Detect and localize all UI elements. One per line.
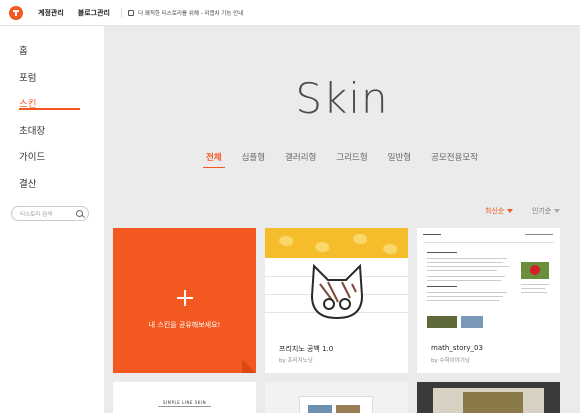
search-input[interactable]: 티스토리 검색 xyxy=(11,206,89,221)
share-skin-card[interactable]: 내 스킨을 공유해보세요! xyxy=(113,228,256,373)
sort-latest-label: 최신순 xyxy=(485,207,505,215)
caret-down-icon xyxy=(507,209,514,213)
tab-grid[interactable]: 그리드형 xyxy=(336,151,367,163)
mini-text xyxy=(427,300,499,301)
mini-rule xyxy=(423,242,554,243)
sidebar-item-invitation[interactable]: 초대장 xyxy=(19,123,45,137)
sidebar-item-home[interactable]: 홈 xyxy=(19,43,28,57)
skin-card[interactable]: SIMPLE LINE SKIN xyxy=(113,382,256,413)
skin-title[interactable]: math_story_03 xyxy=(431,344,483,352)
leaf-decoration xyxy=(383,244,397,254)
top-bar: 계정관리 블로그관리 더 쾌적한 티스토리를 위해 - 리캡차 기능 안내 xyxy=(0,0,580,26)
active-indicator xyxy=(19,108,80,110)
skin-title[interactable]: 프리지노 공백 1.0 xyxy=(279,344,333,354)
tistory-logo-icon[interactable] xyxy=(9,5,23,20)
cat-illustration-icon xyxy=(310,263,364,320)
corner-fold xyxy=(242,359,256,373)
category-tabs: 전체 심플형 갤러리형 그리드형 일반형 공모전용모작 xyxy=(104,151,580,168)
mini-text xyxy=(427,292,507,293)
tab-general[interactable]: 일반형 xyxy=(388,151,411,163)
mini-text xyxy=(427,296,503,297)
mini-text xyxy=(521,288,545,289)
plus-icon xyxy=(177,290,193,306)
tab-simple[interactable]: 심플형 xyxy=(242,151,265,163)
skin-author: by 프리지노닝 xyxy=(279,358,313,364)
tab-gallery[interactable]: 갤러리형 xyxy=(285,151,316,163)
mini-text xyxy=(427,262,503,263)
skin-thumbnail xyxy=(417,228,560,331)
mini-text xyxy=(521,284,549,285)
sort-popular-label: 인기순 xyxy=(532,207,552,215)
flower-image xyxy=(530,265,540,275)
tab-contest[interactable]: 공모전용모작 xyxy=(431,151,478,163)
sidebar-item-guide[interactable]: 가이드 xyxy=(19,149,45,163)
leaf-decoration xyxy=(353,234,367,244)
skin-thumbnail xyxy=(265,228,408,331)
mini-text xyxy=(427,286,457,287)
mini-photo xyxy=(427,316,457,328)
mini-text xyxy=(427,270,497,271)
leaf-decoration xyxy=(279,236,293,246)
leaf-decoration xyxy=(315,242,329,252)
skin-card[interactable] xyxy=(265,382,408,413)
sidebar: 홈 포럼 스킨 초대장 가이드 결산 티스토리 검색 xyxy=(0,26,104,413)
skin-card[interactable]: 프리지노 공백 1.0 by 프리지노닝 xyxy=(265,228,408,373)
search-placeholder: 티스토리 검색 xyxy=(20,212,53,218)
sidebar-item-summary[interactable]: 결산 xyxy=(19,176,36,190)
mini-photo xyxy=(521,262,549,279)
skin-thumbnail xyxy=(433,388,544,413)
skin-preview-label: SIMPLE LINE SKIN xyxy=(162,400,207,405)
mini-logo xyxy=(423,234,441,235)
account-management-link[interactable]: 계정관리 xyxy=(38,8,64,18)
blog-management-link[interactable]: 블로그관리 xyxy=(78,8,110,18)
skin-card[interactable]: math_story_03 by 수학이야기닝 xyxy=(417,228,560,373)
skin-card[interactable] xyxy=(417,382,560,413)
mini-text xyxy=(521,292,547,293)
caret-down-icon xyxy=(554,209,561,213)
preview-image xyxy=(463,392,523,413)
skin-author: by 수학이야기닝 xyxy=(431,358,470,364)
notice-icon xyxy=(127,9,134,16)
skin-thumbnail xyxy=(299,396,373,413)
divider xyxy=(158,406,211,407)
mini-text xyxy=(427,276,505,277)
share-skin-label: 내 스킨을 공유해보세요! xyxy=(148,321,221,329)
page-title: Skin xyxy=(295,74,389,123)
main-content: Skin 전체 심플형 갤러리형 그리드형 일반형 공모전용모작 최신순 인기순… xyxy=(104,26,580,413)
preview-image xyxy=(308,405,332,413)
mini-text xyxy=(427,280,501,281)
notice-link[interactable]: 더 쾌적한 티스토리를 위해 - 리캡차 기능 안내 xyxy=(138,9,243,17)
mini-text xyxy=(427,258,507,259)
mini-text xyxy=(427,266,509,267)
mini-nav xyxy=(525,234,553,235)
sort-popular-button[interactable]: 인기순 xyxy=(532,206,561,216)
mini-photo xyxy=(461,316,483,328)
sort-latest-button[interactable]: 최신순 xyxy=(485,206,514,216)
preview-image xyxy=(336,405,360,413)
tab-all[interactable]: 전체 xyxy=(203,151,225,168)
sidebar-item-forum[interactable]: 포럼 xyxy=(19,70,36,84)
mini-text xyxy=(427,252,457,253)
divider xyxy=(120,7,122,18)
search-icon[interactable] xyxy=(76,210,83,217)
